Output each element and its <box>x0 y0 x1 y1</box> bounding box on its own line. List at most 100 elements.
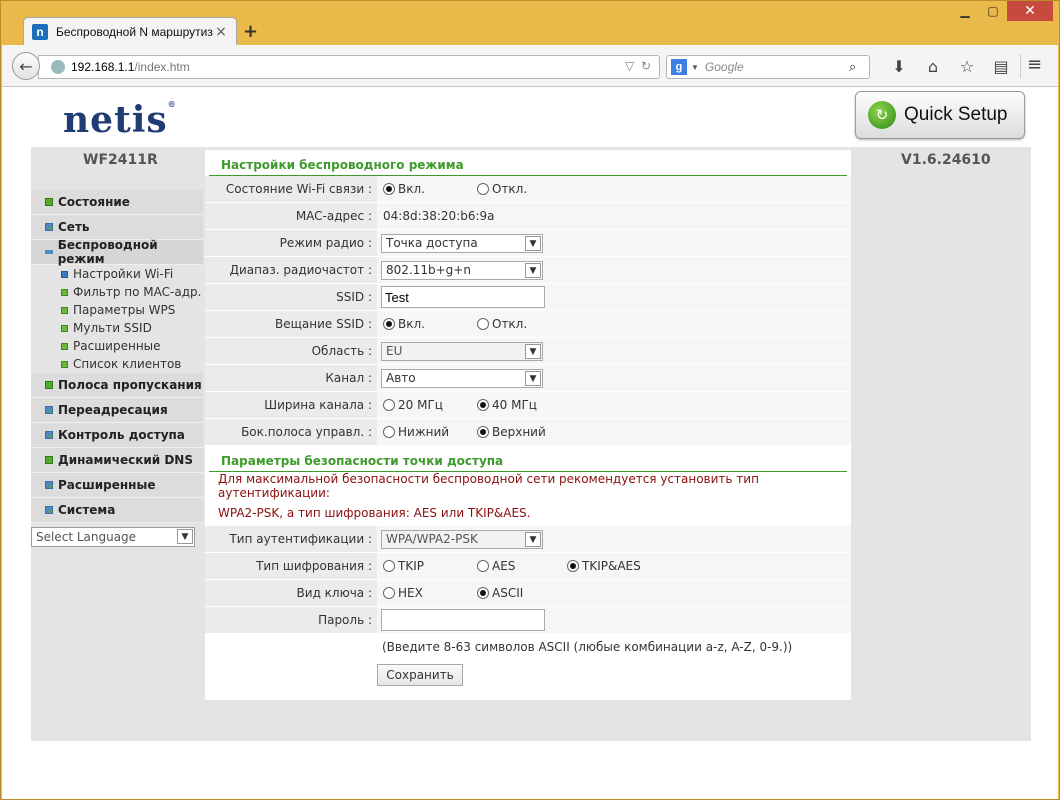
wifi-state-row: Состояние Wi-Fi связи : Вкл. Откл. <box>205 176 851 203</box>
search-placeholder: Google <box>704 60 744 74</box>
key-hex-radio[interactable]: HEX <box>381 586 475 600</box>
radio-mode-row: Режим радио : Точка доступа ▼ <box>205 230 851 257</box>
bullet-icon <box>45 198 53 206</box>
search-input[interactable]: g ▼ Google ⌕ <box>666 55 870 79</box>
arrow-bullet-icon <box>61 270 68 278</box>
ssid-input[interactable]: Test <box>381 286 545 308</box>
reload-icon[interactable]: ▽ ↻ <box>625 59 651 73</box>
url-host: 192.168.1.1 <box>71 60 135 74</box>
region-select[interactable]: EU ▼ <box>381 341 543 361</box>
broadcast-off-radio[interactable]: Откл. <box>475 317 527 331</box>
sidebar-item-ddns[interactable]: Динамический DNS <box>31 448 203 473</box>
field-label: Канал : <box>205 365 377 391</box>
sidebar-item-status[interactable]: Состояние <box>31 190 203 215</box>
sidebar-item-network[interactable]: Сеть <box>31 215 203 240</box>
sidebar-item-system[interactable]: Система <box>31 498 203 523</box>
radio-unchecked-icon <box>383 426 395 438</box>
channel-select[interactable]: Авто ▼ <box>381 368 543 388</box>
radio-checked-icon <box>477 426 489 438</box>
sidebar-item-forwarding[interactable]: Переадресация <box>31 398 203 423</box>
nav-toolbar: 192.168.1.1/index.htm ▽ ↻ ← g ▼ Google ⌕… <box>2 45 1058 87</box>
bookmark-star-icon[interactable]: ☆ <box>950 57 984 76</box>
url-bar[interactable]: 192.168.1.1/index.htm ▽ ↻ <box>38 55 660 79</box>
firmware-version: V1.6.24610 <box>901 152 991 168</box>
chevron-down-icon: ▼ <box>525 235 541 251</box>
menu-icon[interactable]: ≡ <box>1020 54 1048 78</box>
width-20-radio[interactable]: 20 МГц <box>381 398 475 412</box>
radio-mode-select[interactable]: Точка доступа ▼ <box>381 233 543 253</box>
sidebar-subitem-mac-filter[interactable]: Фильтр по MAC-адр. <box>31 283 203 301</box>
wireless-section-title: Настройки беспроводного режима <box>209 150 847 176</box>
radio-unchecked-icon <box>477 183 489 195</box>
sidebar-subitem-wps[interactable]: Параметры WPS <box>31 301 203 319</box>
password-input[interactable] <box>381 609 545 631</box>
field-label: Диапаз. радиочастот : <box>205 257 377 283</box>
chevron-down-icon: ▼ <box>525 262 541 278</box>
ssid-row: SSID : Test <box>205 284 851 311</box>
netis-logo: netis® <box>63 99 177 141</box>
field-label: Пароль : <box>205 607 377 633</box>
quick-setup-label: Quick Setup <box>904 104 1008 125</box>
key-ascii-radio[interactable]: ASCII <box>475 586 523 600</box>
width-40-radio[interactable]: 40 МГц <box>475 398 537 412</box>
save-button[interactable]: Сохранить <box>377 664 463 686</box>
download-icon[interactable]: ⬇ <box>882 57 916 76</box>
globe-icon <box>51 60 65 74</box>
field-label: MAC-адрес : <box>205 203 377 229</box>
band-select[interactable]: 802.11b+g+n ▼ <box>381 260 543 280</box>
sidebar-item-bandwidth[interactable]: Полоса пропускания <box>31 373 203 398</box>
wifi-off-radio[interactable]: Откл. <box>475 182 527 196</box>
home-icon[interactable]: ⌂ <box>916 57 950 76</box>
bullet-icon <box>45 223 53 231</box>
field-label: Область : <box>205 338 377 364</box>
bullet-icon <box>45 381 53 389</box>
cipher-tkip-aes-radio[interactable]: TKIP&AES <box>565 559 641 573</box>
radio-unchecked-icon <box>383 560 395 572</box>
refresh-arrow-icon: ↻ <box>868 101 896 129</box>
security-section-title: Параметры безопасности точки доступа <box>209 446 847 472</box>
language-select[interactable]: Select Language ▼ <box>31 527 195 547</box>
main-content: Настройки беспроводного режима Состояние… <box>205 150 851 700</box>
sidebar-item-advanced[interactable]: Расширенные <box>31 473 203 498</box>
sidebar-subitem-advanced[interactable]: Расширенные <box>31 337 203 355</box>
new-tab-icon[interactable]: + <box>243 21 258 42</box>
bullet-icon <box>61 288 68 296</box>
broadcast-on-radio[interactable]: Вкл. <box>381 317 475 331</box>
cipher-aes-radio[interactable]: AES <box>475 559 565 573</box>
sidebar-item-access-control[interactable]: Контроль доступа <box>31 423 203 448</box>
bullet-icon <box>61 306 68 314</box>
channel-row: Канал : Авто ▼ <box>205 365 851 392</box>
sidebar-subitem-client-list[interactable]: Список клиентов <box>31 355 203 373</box>
broadcast-row: Вещание SSID : Вкл. Откл. <box>205 311 851 338</box>
sideband-lower-radio[interactable]: Нижний <box>381 425 475 439</box>
cipher-tkip-radio[interactable]: TKIP <box>381 559 475 573</box>
close-tab-icon[interactable]: × <box>214 24 228 40</box>
minimize-icon[interactable]: ▁ <box>951 1 979 21</box>
auth-select[interactable]: WPA/WPA2-PSK ▼ <box>381 529 543 549</box>
url-path: /index.htm <box>134 60 190 74</box>
bullet-icon <box>45 481 53 489</box>
sidebar-subitem-multi-ssid[interactable]: Мульти SSID <box>31 319 203 337</box>
language-select-value: Select Language <box>36 530 137 544</box>
quick-setup-button[interactable]: ↻ Quick Setup <box>855 91 1025 139</box>
field-label: Ширина канала : <box>205 392 377 418</box>
sideband-upper-radio[interactable]: Верхний <box>475 425 546 439</box>
mac-row: MAC-адрес : 04:8d:38:20:b6:9a <box>205 203 851 230</box>
sidebar-item-wireless[interactable]: Беспроводной режим <box>31 238 203 266</box>
radio-checked-icon <box>383 183 395 195</box>
security-warning-line1: Для максимальной безопасности беспроводн… <box>205 472 851 500</box>
page-header: netis® ↻ Quick Setup <box>31 87 1031 147</box>
title-bar: n Беспроводной N маршрутиз... × + ▁ ▢ ✕ <box>1 1 1059 46</box>
chevron-down-icon[interactable]: ▼ <box>691 63 699 72</box>
bookmarks-list-icon[interactable]: ▤ <box>984 57 1018 76</box>
back-arrow-icon[interactable]: ← <box>12 52 40 80</box>
maximize-icon[interactable]: ▢ <box>979 1 1007 21</box>
browser-tab[interactable]: n Беспроводной N маршрутиз... × <box>23 17 237 46</box>
wifi-on-radio[interactable]: Вкл. <box>381 182 475 196</box>
field-label: Вид ключа : <box>205 580 377 606</box>
radio-checked-icon <box>477 587 489 599</box>
close-window-icon[interactable]: ✕ <box>1007 1 1053 21</box>
search-icon[interactable]: ⌕ <box>849 59 869 75</box>
sidebar-subitem-wifi-settings[interactable]: Настройки Wi-Fi <box>31 265 203 283</box>
radio-checked-icon <box>477 399 489 411</box>
